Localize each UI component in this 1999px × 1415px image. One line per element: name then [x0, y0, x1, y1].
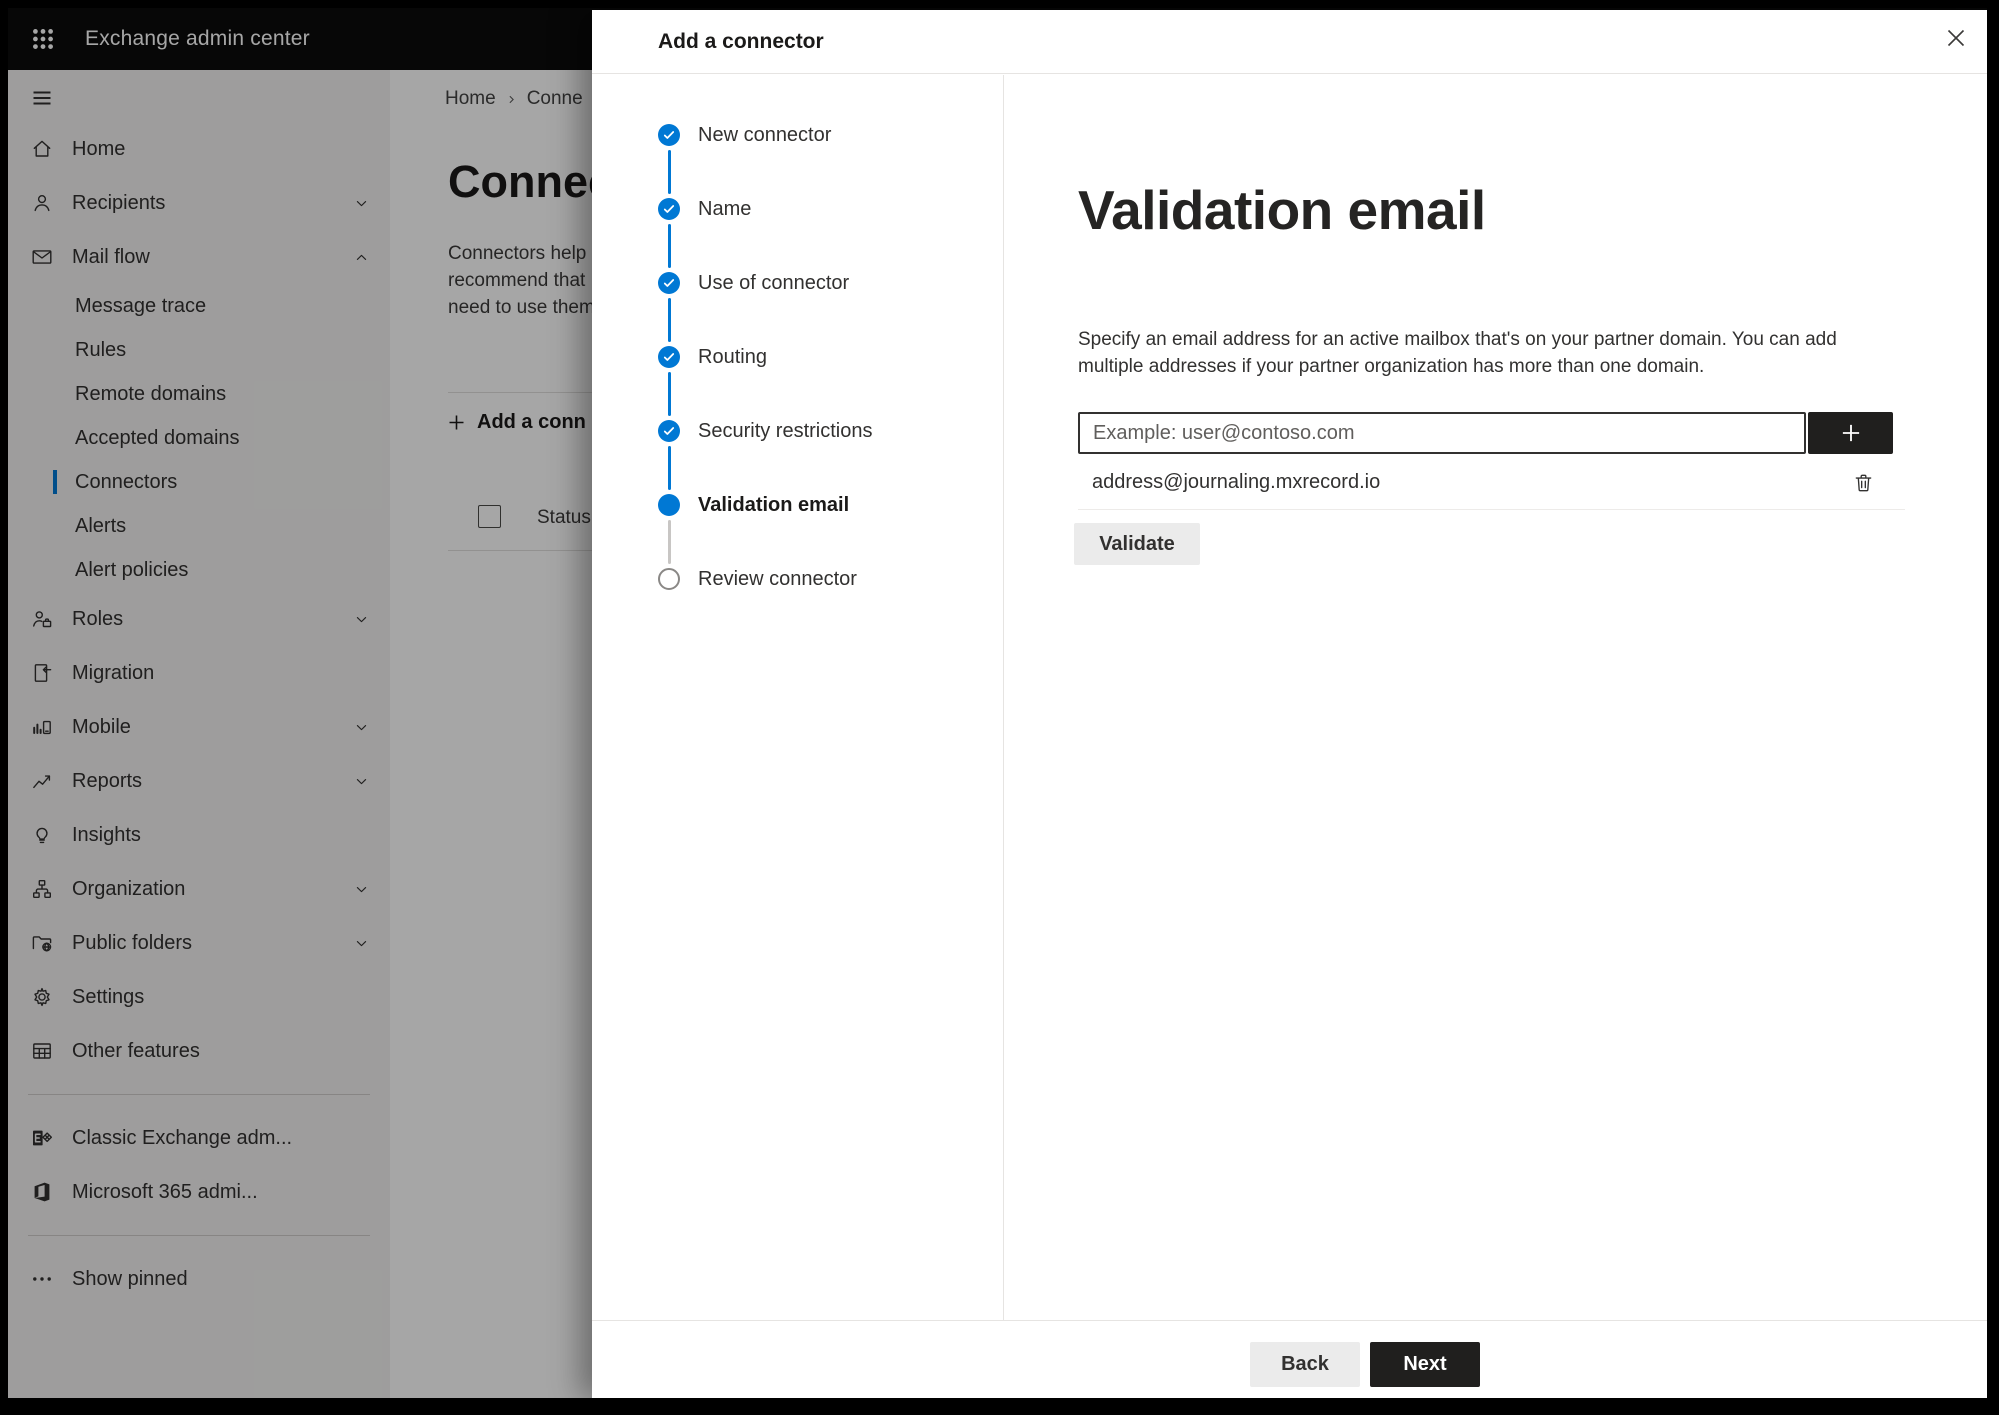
step-todo-circle-icon: [658, 568, 680, 590]
email-list-item: address@journaling.mxrecord.io: [1078, 456, 1905, 510]
wizard-step-security-restrictions: Security restrictions: [658, 418, 873, 444]
plus-icon: [1842, 424, 1859, 442]
step-connector-line: [668, 372, 671, 416]
wizard-step-label: New connector: [698, 123, 832, 146]
panel-header: Add a connector: [592, 10, 1987, 74]
close-icon[interactable]: [1944, 26, 1968, 50]
add-email-button[interactable]: [1808, 412, 1893, 454]
step-connector-line: [668, 446, 671, 490]
wizard-step-new-connector: New connector: [658, 122, 831, 148]
wizard-step-name: Name: [658, 196, 751, 222]
step-connector-line: [668, 298, 671, 342]
wizard-step-label: Name: [698, 197, 752, 220]
step-current-dot-icon: [658, 494, 680, 516]
wizard-step-use-of-connector: Use of connector: [658, 270, 849, 296]
step-description: Specify an email address for an active m…: [1078, 329, 1837, 377]
step-check-icon: [658, 272, 680, 294]
wizard-steps: New connector Name Use of connector Routing…: [592, 75, 1004, 1320]
wizard-step-validation-email: Validation email: [658, 492, 849, 518]
step-connector-line: [668, 150, 671, 194]
wizard-step-label: Routing: [698, 345, 767, 368]
back-button[interactable]: Back: [1250, 1342, 1360, 1387]
wizard-step-label: Review connector: [698, 567, 857, 590]
step-connector-line: [668, 520, 671, 564]
wizard-step-label: Validation email: [698, 493, 850, 516]
panel-title: Add a connector: [658, 30, 824, 53]
validate-button[interactable]: Validate: [1074, 523, 1200, 565]
next-button[interactable]: Next: [1370, 1342, 1480, 1387]
divider: [592, 1320, 1987, 1321]
add-connector-panel: Add a connector New connector Name Use of …: [592, 10, 1987, 1398]
step-check-icon: [658, 198, 680, 220]
email-input-row: [1078, 412, 1893, 454]
step-check-icon: [658, 346, 680, 368]
wizard-step-review-connector: Review connector: [658, 566, 857, 592]
wizard-step-routing: Routing: [658, 344, 767, 370]
wizard-step-label: Security restrictions: [698, 419, 873, 442]
step-connector-line: [668, 224, 671, 268]
email-input[interactable]: [1078, 412, 1806, 454]
step-heading: Validation email: [1078, 179, 1486, 241]
wizard-step-label: Use of connector: [698, 271, 850, 294]
step-check-icon: [658, 124, 680, 146]
delete-email-trash-icon[interactable]: [1852, 471, 1875, 495]
email-address: address@journaling.mxrecord.io: [1092, 471, 1381, 493]
app-window: Exchange admin center Home Recipients Mail…: [8, 8, 1987, 1398]
step-check-icon: [658, 420, 680, 442]
